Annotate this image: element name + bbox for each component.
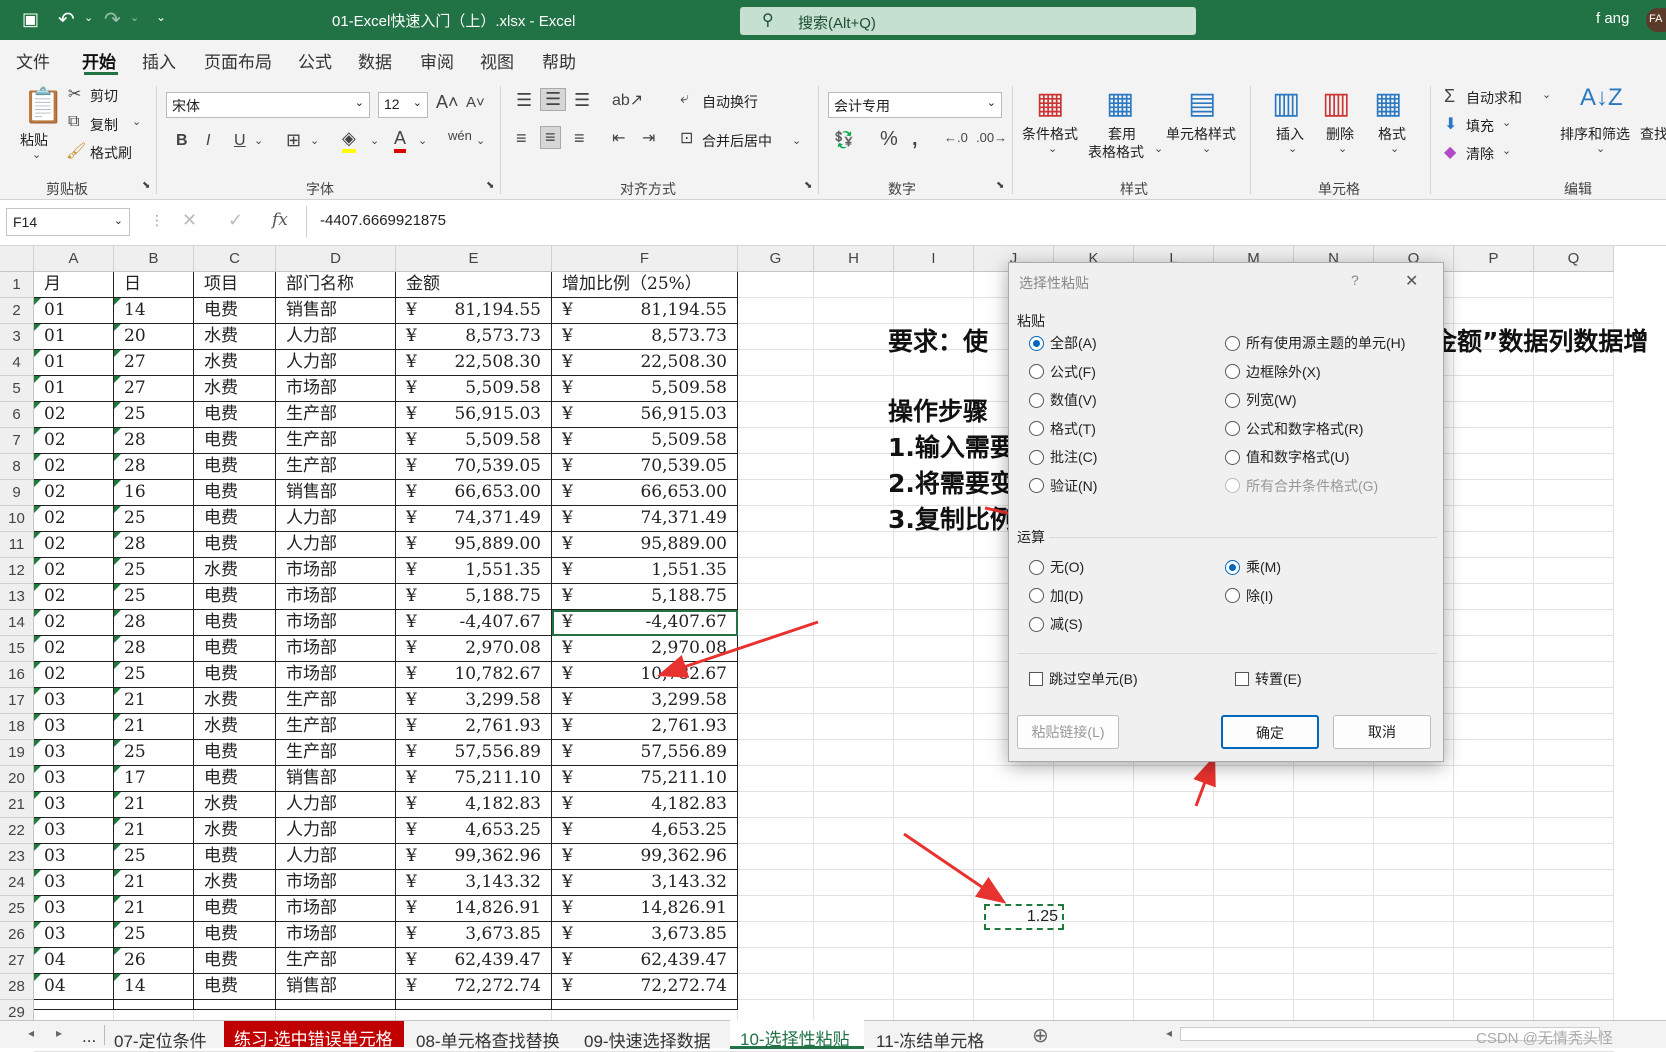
add-sheet-icon[interactable]: ⊕ xyxy=(1032,1023,1049,1048)
radio-button[interactable] xyxy=(1029,335,1044,351)
radio-label: 值和数字格式(U) xyxy=(1246,449,1350,465)
section-divider xyxy=(1017,653,1437,654)
radio-option[interactable]: 格式(T) xyxy=(1029,419,1096,439)
radio-label: 减(S) xyxy=(1050,616,1083,632)
paste-section-label: 粘贴 xyxy=(1017,313,1045,329)
close-icon[interactable]: ✕ xyxy=(1405,271,1418,291)
sheet-tab-11[interactable]: 11-冻结单元格 xyxy=(876,1027,984,1052)
arrow-to-cell xyxy=(657,620,819,678)
radio-button[interactable] xyxy=(1225,335,1240,351)
radio-option[interactable]: 值和数字格式(U) xyxy=(1225,447,1349,467)
radio-option[interactable]: 全部(A) xyxy=(1029,333,1097,353)
radio-button[interactable] xyxy=(1029,392,1044,408)
radio-button[interactable] xyxy=(1029,616,1044,632)
radio-button[interactable] xyxy=(1225,392,1240,408)
radio-label: 格式(T) xyxy=(1050,420,1096,437)
skip-blanks-label: 跳过空单元(B) xyxy=(1049,671,1138,687)
paste-link-button[interactable]: 粘贴链接(L) xyxy=(1017,715,1119,749)
sheet-tab-08[interactable]: 08-单元格查找替换 xyxy=(416,1027,560,1052)
radio-label: 公式(F) xyxy=(1050,363,1096,380)
sheet-tab-07[interactable]: 07-定位条件 xyxy=(114,1027,207,1052)
radio-label: 公式和数字格式(R) xyxy=(1246,420,1364,437)
radio-label: 验证(N) xyxy=(1050,477,1098,494)
radio-option[interactable]: 列宽(W) xyxy=(1225,390,1297,410)
sheet-tab-more[interactable]: ... xyxy=(82,1027,96,1047)
radio-button[interactable] xyxy=(1029,588,1044,603)
sheet-tab-10-active[interactable]: 10-选择性粘贴 xyxy=(730,1020,864,1049)
tab-divider xyxy=(104,1025,105,1045)
radio-button[interactable] xyxy=(1225,559,1240,575)
dialog-title: 选择性粘贴 xyxy=(1019,275,1089,291)
radio-option[interactable]: 加(D) xyxy=(1029,586,1083,606)
radio-option[interactable]: 减(S) xyxy=(1029,614,1083,634)
radio-option[interactable]: 乘(M) xyxy=(1225,557,1281,577)
radio-button[interactable] xyxy=(1029,364,1044,379)
transpose-label: 转置(E) xyxy=(1255,671,1302,687)
radio-label: 乘(M) xyxy=(1246,559,1281,575)
radio-label: 批注(C) xyxy=(1050,449,1098,465)
cancel-button[interactable]: 取消 xyxy=(1333,715,1431,749)
radio-button[interactable] xyxy=(1225,588,1240,603)
watermark: CSDN @无情秃头怪 xyxy=(1476,1030,1613,1047)
sheet-tab-09[interactable]: 09-快速选择数据 xyxy=(584,1027,711,1052)
radio-option[interactable]: 验证(N) xyxy=(1029,476,1097,496)
hscroll-left-icon[interactable]: ◂ xyxy=(1166,1026,1172,1040)
radio-button[interactable] xyxy=(1225,421,1240,436)
radio-option[interactable]: 所有使用源主题的单元(H) xyxy=(1225,333,1405,353)
radio-option[interactable]: 数值(V) xyxy=(1029,390,1097,410)
radio-label: 加(D) xyxy=(1050,587,1084,604)
radio-label: 列宽(W) xyxy=(1246,392,1297,408)
radio-option[interactable]: 边框除外(X) xyxy=(1225,362,1321,382)
radio-button[interactable] xyxy=(1225,449,1240,465)
radio-button[interactable] xyxy=(1029,421,1044,436)
sheet-tab-bar: ◂ ▸ ... 07-定位条件 练习-选中错误单元格 08-单元格查找替换 09… xyxy=(0,1020,1666,1051)
section-divider xyxy=(1017,537,1437,538)
arrow-to-ok xyxy=(1193,755,1216,807)
radio-label: 除(I) xyxy=(1246,587,1274,604)
radio-button[interactable] xyxy=(1029,559,1044,575)
transpose-checkbox[interactable]: 转置(E) xyxy=(1235,669,1302,689)
checkbox[interactable] xyxy=(1235,672,1249,686)
arrow-to-multiplier xyxy=(903,832,1007,904)
skip-blanks-checkbox[interactable]: 跳过空单元(B) xyxy=(1029,669,1138,689)
paste-special-dialog: 选择性粘贴 ? ✕ 粘贴 全部(A) 公式(F) 数值(V) 格式(T) 批注(C) 验证… xyxy=(1008,262,1444,762)
radio-option[interactable]: 无(O) xyxy=(1029,557,1084,577)
scroll-left-icon[interactable]: ◂ xyxy=(28,1026,34,1040)
radio-label: 所有合并条件格式(G) xyxy=(1246,477,1379,494)
radio-option[interactable]: 公式(F) xyxy=(1029,362,1096,382)
radio-option[interactable]: 除(I) xyxy=(1225,586,1273,606)
radio-button[interactable] xyxy=(1225,364,1240,379)
radio-label: 无(O) xyxy=(1050,559,1085,575)
radio-option[interactable]: 公式和数字格式(R) xyxy=(1225,419,1363,439)
radio-button[interactable] xyxy=(1225,478,1240,493)
help-icon[interactable]: ? xyxy=(1351,272,1359,288)
checkbox[interactable] xyxy=(1029,672,1043,686)
radio-label: 边框除外(X) xyxy=(1246,363,1321,380)
scroll-right-icon[interactable]: ▸ xyxy=(56,1026,62,1040)
radio-button[interactable] xyxy=(1029,478,1044,493)
sheet-tab-error-practice-label: 练习-选中错误单元格 xyxy=(234,1030,393,1049)
radio-label: 全部(A) xyxy=(1050,335,1097,351)
radio-label: 所有使用源主题的单元(H) xyxy=(1246,335,1406,351)
radio-label: 数值(V) xyxy=(1050,392,1097,408)
radio-button[interactable] xyxy=(1029,449,1044,465)
sheet-tab-10-label: 10-选择性粘贴 xyxy=(740,1030,850,1049)
sheet-tab-error-practice[interactable]: 练习-选中错误单元格 xyxy=(224,1021,404,1049)
radio-option[interactable]: 所有合并条件格式(G) xyxy=(1225,476,1378,496)
radio-option[interactable]: 批注(C) xyxy=(1029,447,1097,467)
operation-section-label: 运算 xyxy=(1017,527,1049,547)
ok-button[interactable]: 确定 xyxy=(1221,715,1319,749)
